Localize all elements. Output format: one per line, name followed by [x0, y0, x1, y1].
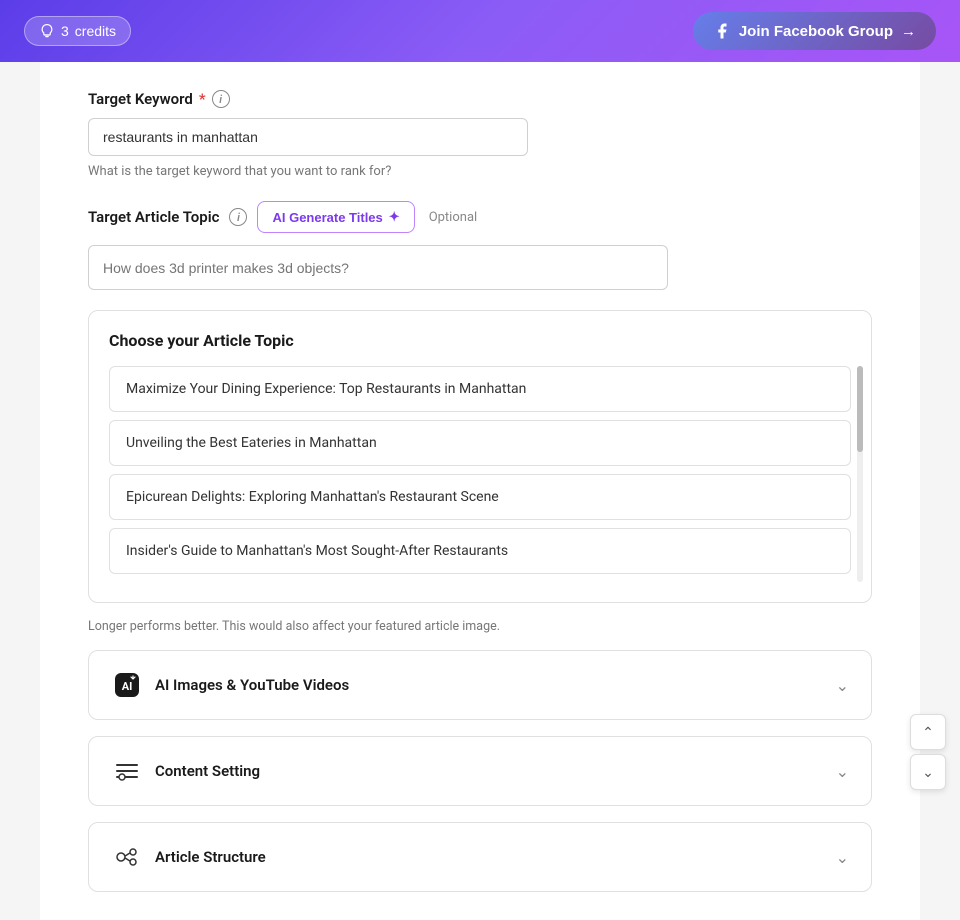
topic-list-item[interactable]: Maximize Your Dining Experience: Top Res…	[109, 366, 851, 412]
choose-topic-title: Choose your Article Topic	[109, 331, 851, 350]
svg-text:AI: AI	[122, 680, 133, 693]
article-structure-icon	[111, 841, 143, 873]
ai-images-label: AI Images & YouTube Videos	[155, 676, 349, 694]
ai-images-section[interactable]: AI AI Images & YouTube Videos ⌄	[88, 650, 872, 720]
topic-list: Maximize Your Dining Experience: Top Res…	[109, 366, 851, 582]
content-setting-icon	[111, 755, 143, 787]
scroll-controls: ⌃ ⌄	[910, 714, 946, 790]
optional-label: Optional	[429, 210, 477, 225]
ai-generate-button[interactable]: AI Generate Titles ✦	[257, 201, 414, 233]
article-structure-section[interactable]: Article Structure ⌄	[88, 822, 872, 892]
topic-info-icon[interactable]: i	[229, 208, 247, 226]
header-bar: 3 credits Join Facebook Group →	[0, 0, 960, 62]
target-keyword-info-icon[interactable]: i	[212, 90, 230, 108]
article-structure-label: Article Structure	[155, 848, 266, 866]
ai-generate-label: AI Generate Titles	[272, 210, 382, 225]
article-structure-left: Article Structure	[111, 841, 266, 873]
target-keyword-input[interactable]	[88, 118, 528, 156]
join-facebook-label: Join Facebook Group	[739, 23, 893, 40]
target-keyword-helper: What is the target keyword that you want…	[88, 164, 872, 179]
credits-button[interactable]: 3 credits	[24, 16, 131, 46]
ai-images-icon: AI	[111, 669, 143, 701]
credits-label: credits	[75, 23, 116, 39]
join-facebook-button[interactable]: Join Facebook Group →	[693, 12, 936, 50]
content-setting-chevron: ⌄	[836, 762, 849, 781]
target-keyword-section: Target Keyword * i What is the target ke…	[88, 90, 872, 179]
content-setting-label: Content Setting	[155, 762, 260, 780]
longer-performs-text: Longer performs better. This would also …	[88, 619, 872, 634]
topic-label: Target Article Topic	[88, 208, 219, 226]
scrollbar-track	[857, 366, 863, 582]
scroll-down-button[interactable]: ⌄	[910, 754, 946, 790]
topic-list-item[interactable]: Unveiling the Best Eateries in Manhattan	[109, 420, 851, 466]
join-arrow: →	[901, 23, 916, 40]
ai-images-left: AI AI Images & YouTube Videos	[111, 669, 349, 701]
target-article-topic-section: Target Article Topic i AI Generate Title…	[88, 201, 872, 634]
scroll-up-button[interactable]: ⌃	[910, 714, 946, 750]
facebook-icon	[713, 22, 731, 40]
choose-topic-box: Choose your Article Topic Maximize Your …	[88, 310, 872, 603]
bulb-icon	[39, 23, 55, 39]
article-structure-chevron: ⌄	[836, 848, 849, 867]
target-keyword-label: Target Keyword * i	[88, 90, 872, 108]
required-star: *	[199, 90, 206, 108]
topic-list-container: Maximize Your Dining Experience: Top Res…	[109, 366, 851, 582]
topic-label-row: Target Article Topic i AI Generate Title…	[88, 201, 872, 233]
content-setting-section[interactable]: Content Setting ⌄	[88, 736, 872, 806]
topic-input-wrapper[interactable]	[88, 245, 668, 290]
main-content: Target Keyword * i What is the target ke…	[40, 62, 920, 920]
scrollbar-thumb	[857, 366, 863, 452]
content-setting-left: Content Setting	[111, 755, 260, 787]
topic-list-item[interactable]: Epicurean Delights: Exploring Manhattan'…	[109, 474, 851, 520]
topic-input[interactable]	[103, 260, 653, 276]
sparkle-icon: ✦	[389, 209, 400, 225]
credits-count: 3	[61, 23, 69, 39]
topic-list-item[interactable]: Insider's Guide to Manhattan's Most Soug…	[109, 528, 851, 574]
ai-images-chevron: ⌄	[836, 676, 849, 695]
